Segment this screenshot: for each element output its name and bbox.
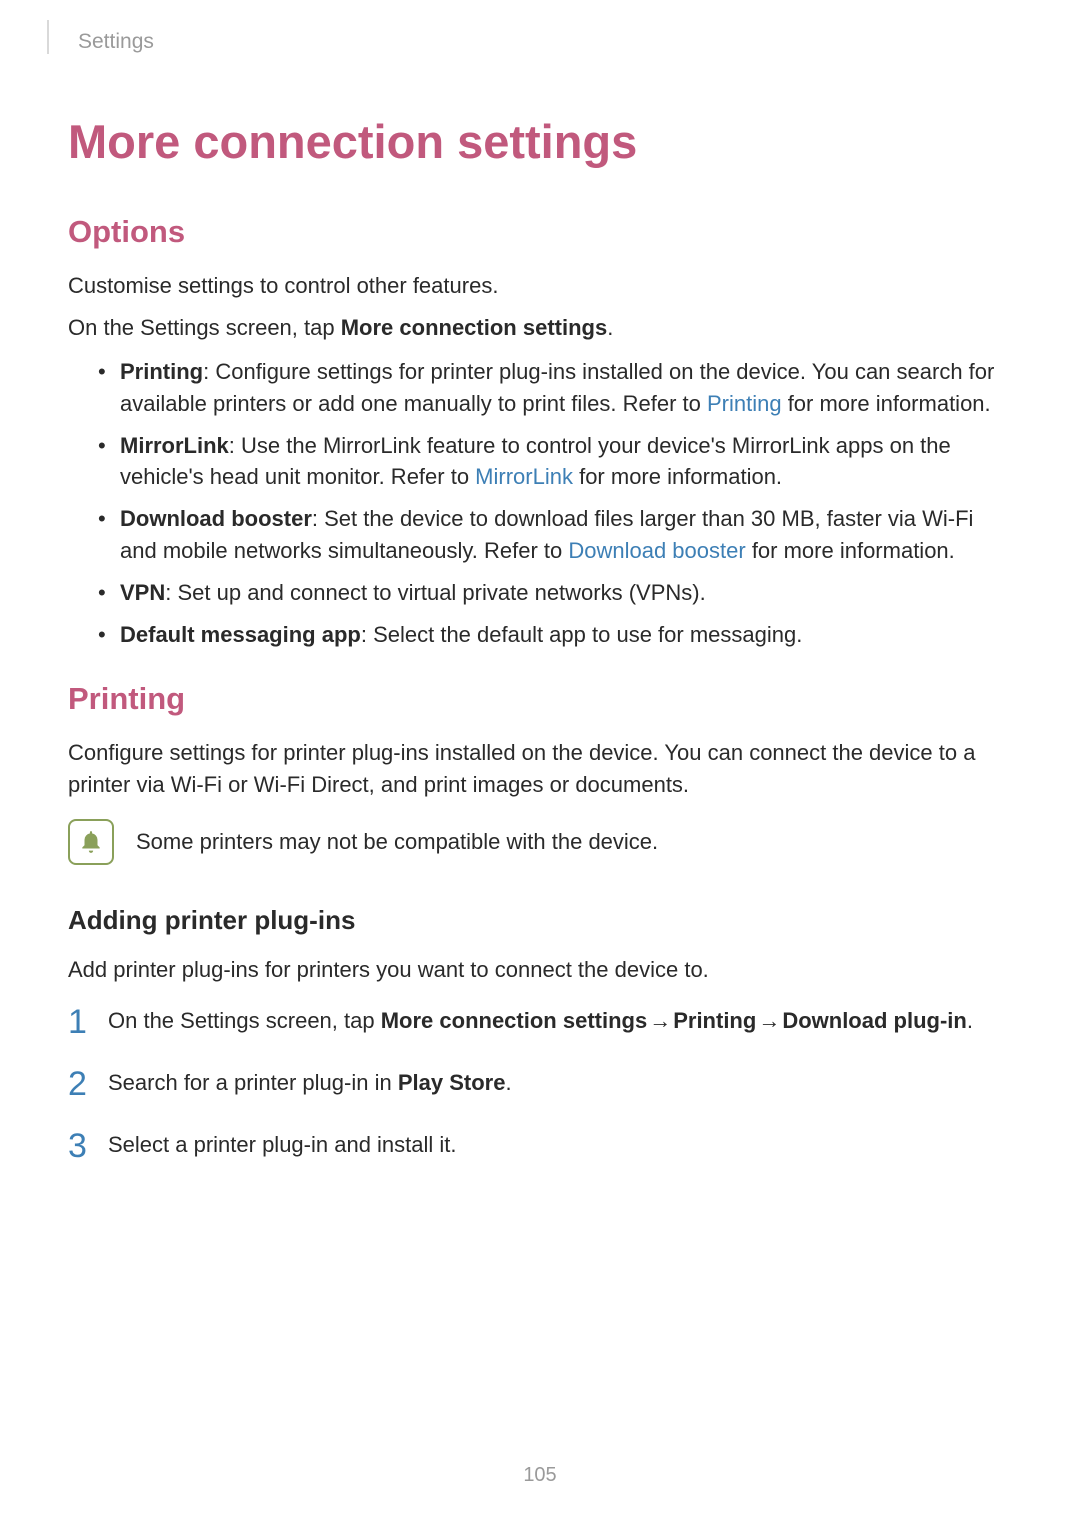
options-item: Default messaging app: Select the defaul… xyxy=(98,619,1012,651)
section-printing-heading: Printing xyxy=(68,681,1012,717)
options-item-name: Download booster xyxy=(120,506,312,531)
arrow-icon: → xyxy=(758,1005,780,1037)
note-text: Some printers may not be compatible with… xyxy=(136,826,658,858)
options-item-name: MirrorLink xyxy=(120,433,229,458)
step-item: Search for a printer plug-in in Play Sto… xyxy=(68,1066,1012,1100)
step-suffix: . xyxy=(967,1008,973,1033)
options-item-text1: : Set up and connect to virtual private … xyxy=(165,580,705,605)
printing-intro: Configure settings for printer plug-ins … xyxy=(68,737,1012,801)
options-item-link[interactable]: Download booster xyxy=(568,538,745,563)
options-item: Download booster: Set the device to down… xyxy=(98,503,1012,567)
steps-list: On the Settings screen, tap More connect… xyxy=(68,1004,1012,1162)
options-intro-2-suffix: . xyxy=(607,315,613,340)
page-container: Settings More connection settings Option… xyxy=(0,0,1080,1527)
adding-intro: Add printer plug-ins for printers you wa… xyxy=(68,954,1012,986)
step-prefix: On the Settings screen, tap xyxy=(108,1008,381,1033)
options-item: Printing: Configure settings for printer… xyxy=(98,356,1012,420)
step-suffix: . xyxy=(505,1070,511,1095)
options-item-text1: : Select the default app to use for mess… xyxy=(361,622,803,647)
section-options-heading: Options xyxy=(68,214,1012,250)
options-item-text2: for more information. xyxy=(573,464,782,489)
step-prefix: Select a printer plug-in and install it. xyxy=(108,1132,457,1157)
options-item-name: Printing xyxy=(120,359,203,384)
step-bold: Printing xyxy=(673,1008,756,1033)
options-list: Printing: Configure settings for printer… xyxy=(68,356,1012,651)
note-icon xyxy=(68,819,114,865)
arrow-icon: → xyxy=(649,1005,671,1037)
step-item: On the Settings screen, tap More connect… xyxy=(68,1004,1012,1038)
options-intro-2: On the Settings screen, tap More connect… xyxy=(68,312,1012,344)
step-bold: More connection settings xyxy=(381,1008,647,1033)
options-intro-2-bold: More connection settings xyxy=(341,315,607,340)
page-header: Settings xyxy=(68,30,1012,54)
note-row: Some printers may not be compatible with… xyxy=(68,819,1012,865)
options-intro-2-prefix: On the Settings screen, tap xyxy=(68,315,341,340)
options-item: VPN: Set up and connect to virtual priva… xyxy=(98,577,1012,609)
options-item: MirrorLink: Use the MirrorLink feature t… xyxy=(98,430,1012,494)
step-prefix: Search for a printer plug-in in xyxy=(108,1070,398,1095)
page-number: 105 xyxy=(0,1464,1080,1487)
header-rule xyxy=(47,20,49,54)
subsection-adding-heading: Adding printer plug-ins xyxy=(68,905,1012,936)
options-item-text2: for more information. xyxy=(782,391,991,416)
page-title: More connection settings xyxy=(68,114,1012,169)
options-item-name: Default messaging app xyxy=(120,622,361,647)
step-bold: Play Store xyxy=(398,1070,506,1095)
step-bold: Download plug-in xyxy=(782,1008,967,1033)
options-item-link[interactable]: MirrorLink xyxy=(475,464,573,489)
options-item-text2: for more information. xyxy=(746,538,955,563)
options-item-name: VPN xyxy=(120,580,165,605)
step-item: Select a printer plug-in and install it. xyxy=(68,1128,1012,1162)
options-item-link[interactable]: Printing xyxy=(707,391,782,416)
bell-icon xyxy=(78,829,104,855)
options-intro-1: Customise settings to control other feat… xyxy=(68,270,1012,302)
